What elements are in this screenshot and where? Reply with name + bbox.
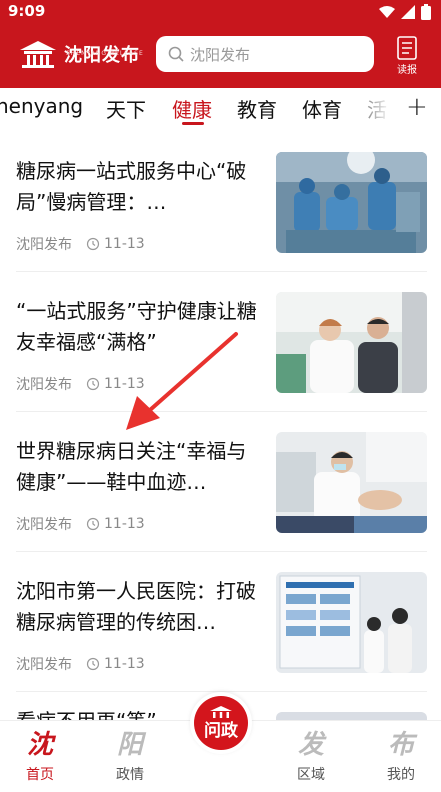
app-header: 沈阳发布 SHENYANG RELEASE 沈阳发布 读报 bbox=[0, 24, 441, 88]
nav-home[interactable]: 沈 首页 bbox=[10, 729, 70, 784]
divider bbox=[16, 551, 427, 552]
news-date: 11-13 bbox=[104, 656, 145, 672]
channel-tab-bar: henyang 天下 健康 教育 体育 活 + bbox=[0, 88, 441, 134]
news-title: “一站式服务”守护健康让糖友幸福感“满格” bbox=[16, 299, 257, 354]
read-paper-button[interactable]: 读报 bbox=[392, 36, 422, 76]
ask-government-inner: 问政 bbox=[194, 696, 248, 750]
clock-icon bbox=[86, 657, 100, 671]
news-item[interactable]: 世界糖尿病日关注“幸福与健康”——鞋中血迹… 沈阳发布 11-13 bbox=[0, 432, 441, 572]
profile-icon: 布 bbox=[387, 730, 414, 760]
clock-icon bbox=[86, 377, 100, 391]
news-meta: 沈阳发布 11-13 bbox=[16, 374, 145, 394]
news-thumbnail[interactable] bbox=[276, 432, 427, 533]
nav-label: 区域 bbox=[297, 767, 325, 783]
politics-icon: 阳 bbox=[116, 730, 143, 760]
status-bar: 9:09 bbox=[0, 0, 441, 24]
news-meta: 沈阳发布 11-13 bbox=[16, 514, 145, 534]
tab-world[interactable]: 天下 bbox=[106, 94, 146, 123]
news-date: 11-13 bbox=[104, 376, 145, 392]
tab-education[interactable]: 教育 bbox=[237, 94, 277, 123]
status-time: 9:09 bbox=[8, 2, 46, 20]
nav-mine[interactable]: 布 我的 bbox=[371, 729, 431, 784]
active-tab-indicator bbox=[182, 122, 204, 125]
tab-health[interactable]: 健康 bbox=[172, 94, 212, 123]
newspaper-icon bbox=[397, 36, 417, 60]
tab-sports[interactable]: 体育 bbox=[302, 94, 342, 123]
news-title: 糖尿病一站式服务中心“破局”慢病管理：… bbox=[16, 159, 247, 214]
ask-government-button[interactable]: 问政 bbox=[190, 692, 252, 754]
home-icon: 沈 bbox=[26, 730, 53, 760]
news-thumbnail[interactable] bbox=[276, 152, 427, 253]
foot-exam-photo bbox=[276, 432, 427, 533]
news-thumbnail[interactable] bbox=[276, 292, 427, 393]
news-thumbnail[interactable] bbox=[276, 572, 427, 673]
poster-board-photo bbox=[276, 572, 427, 673]
news-item[interactable]: 糖尿病一站式服务中心“破局”慢病管理：… 沈阳发布 11-13 bbox=[0, 152, 441, 292]
signal-icon bbox=[401, 5, 415, 19]
logo-subtext: SHENYANG RELEASE bbox=[66, 50, 144, 57]
news-source: 沈阳发布 bbox=[16, 657, 72, 673]
logo-building-icon bbox=[20, 41, 56, 68]
read-paper-label: 读报 bbox=[397, 65, 417, 76]
surgery-photo bbox=[276, 152, 427, 253]
tab-fade bbox=[340, 88, 400, 134]
news-source: 沈阳发布 bbox=[16, 237, 72, 253]
divider bbox=[16, 411, 427, 412]
news-source: 沈阳发布 bbox=[16, 517, 72, 533]
search-input[interactable]: 沈阳发布 bbox=[156, 36, 374, 72]
ask-government-label: 问政 bbox=[204, 720, 238, 741]
nav-label: 政情 bbox=[116, 767, 144, 783]
clock-icon bbox=[86, 237, 100, 251]
news-source: 沈阳发布 bbox=[16, 377, 72, 393]
nav-region[interactable]: 发 区域 bbox=[281, 729, 341, 784]
status-icons bbox=[379, 4, 431, 20]
battery-icon bbox=[421, 4, 431, 20]
add-channel-button[interactable]: + bbox=[406, 92, 428, 122]
nav-label: 我的 bbox=[387, 767, 415, 783]
search-placeholder: 沈阳发布 bbox=[190, 45, 251, 64]
doctor-patient-photo bbox=[276, 292, 427, 393]
clock-icon bbox=[86, 517, 100, 531]
news-meta: 沈阳发布 11-13 bbox=[16, 654, 145, 674]
nav-politics[interactable]: 阳 政情 bbox=[100, 729, 160, 784]
news-meta: 沈阳发布 11-13 bbox=[16, 234, 145, 254]
nav-label: 首页 bbox=[26, 767, 54, 783]
news-title: 世界糖尿病日关注“幸福与健康”——鞋中血迹… bbox=[16, 439, 247, 494]
news-date: 11-13 bbox=[104, 236, 145, 252]
news-item[interactable]: 沈阳市第一人民医院：打破糖尿病管理的传统困… 沈阳发布 11-13 bbox=[0, 572, 441, 712]
news-date: 11-13 bbox=[104, 516, 145, 532]
news-item[interactable]: “一站式服务”守护健康让糖友幸福感“满格” 沈阳发布 11-13 bbox=[0, 292, 441, 432]
news-title: 沈阳市第一人民医院：打破糖尿病管理的传统困… bbox=[16, 579, 256, 634]
search-icon bbox=[168, 46, 184, 62]
divider bbox=[16, 271, 427, 272]
region-icon: 发 bbox=[297, 730, 324, 760]
tab-shenyang[interactable]: henyang bbox=[0, 94, 83, 118]
wifi-icon bbox=[379, 6, 395, 18]
